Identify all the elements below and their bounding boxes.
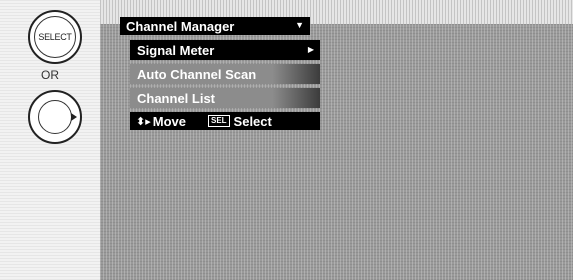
menu-item-label: Channel List xyxy=(137,90,216,106)
select-button-label: SELECT xyxy=(34,16,76,58)
or-label: OR xyxy=(41,68,59,82)
move-label: Move xyxy=(152,113,186,129)
select-button[interactable]: SELECT xyxy=(28,10,82,64)
menu-item-auto-channel-scan[interactable]: Auto Channel Scan xyxy=(130,64,320,84)
submenu-arrow-icon: ▶ xyxy=(307,45,314,54)
dropdown-triangle-icon: ▼ xyxy=(295,20,304,30)
menu-title: Channel Manager xyxy=(126,18,235,34)
select-label: Select xyxy=(233,113,272,129)
sel-badge: SEL xyxy=(207,115,230,127)
menu-item-signal-meter[interactable]: Signal Meter ▶ xyxy=(130,40,320,60)
menu-item-channel-list[interactable]: Channel List xyxy=(130,88,320,108)
menu-footer: ⬍▸ Move SEL Select xyxy=(130,112,320,130)
right-arrow-icon xyxy=(38,100,77,134)
right-arrow-button[interactable] xyxy=(28,90,82,144)
move-arrows-icon: ⬍▸ xyxy=(136,115,151,128)
menu-item-label: Signal Meter xyxy=(137,42,215,58)
menu-item-label: Auto Channel Scan xyxy=(137,66,257,82)
menu-title-bar[interactable]: Channel Manager ▼ xyxy=(120,17,310,35)
menu-list: Signal Meter ▶ Auto Channel Scan Channel… xyxy=(130,40,320,112)
